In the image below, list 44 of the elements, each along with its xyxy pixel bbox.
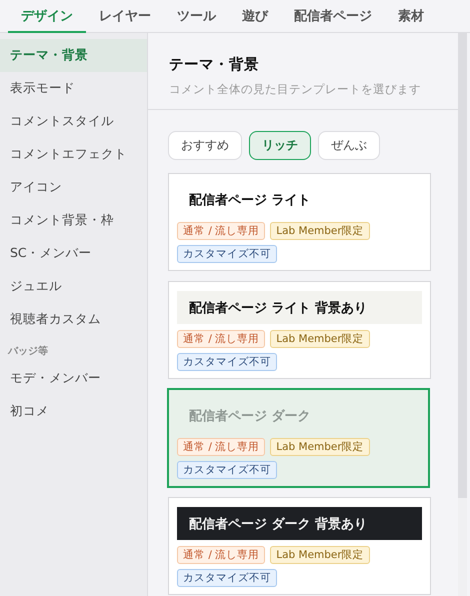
sidebar-item[interactable]: モデ・メンバー <box>0 362 147 395</box>
tag: カスタマイズ不可 <box>177 353 277 371</box>
template-preview: 配信者ページ ダーク <box>188 408 312 426</box>
sidebar-item[interactable]: 表示モード <box>0 72 147 105</box>
template-preview: 配信者ページ ライト <box>188 192 312 210</box>
sidebar-section-label: バッジ等 <box>6 344 49 359</box>
tab[interactable]: 素材 <box>385 0 437 33</box>
filter-chip[interactable]: ぜんぶ <box>318 131 380 160</box>
sidebar-item[interactable]: SC・メンバー <box>0 237 147 270</box>
sidebar-item[interactable]: コメント背景・枠 <box>0 204 147 237</box>
filter-chip[interactable]: おすすめ <box>168 131 242 160</box>
tag: Lab Member限定 <box>270 438 370 456</box>
sidebar-item[interactable]: コメントスタイル <box>0 105 147 138</box>
panel-subtitle: コメント全体の見た目テンプレートを選びます <box>169 82 422 97</box>
tag: 通常 / 流し専用 <box>177 330 266 348</box>
scrollbar-thumb[interactable] <box>458 33 467 498</box>
tag: カスタマイズ不可 <box>177 569 277 587</box>
sidebar-item[interactable]: 初コメ <box>0 395 147 428</box>
tag: Lab Member限定 <box>270 222 370 240</box>
scrollbar[interactable] <box>458 33 467 596</box>
template-card[interactable]: 配信者ページ ライト 通常 / 流し専用 Lab Member限定 カスタマイズ不可 <box>168 173 431 271</box>
panel-title: テーマ・背景 <box>169 56 260 74</box>
tag: カスタマイズ不可 <box>177 461 277 479</box>
tag: Lab Member限定 <box>270 330 370 348</box>
tab[interactable]: ツール <box>164 0 229 33</box>
sidebar-item[interactable]: コメントエフェクト <box>0 138 147 171</box>
sidebar-item[interactable]: テーマ・背景 <box>0 39 147 72</box>
sidebar-item[interactable]: ジュエル <box>0 270 147 303</box>
tab[interactable]: 遊び <box>229 0 281 33</box>
tag: カスタマイズ不可 <box>177 245 277 263</box>
tag: Lab Member限定 <box>270 546 370 564</box>
tab[interactable]: レイヤー <box>86 0 164 33</box>
filter-chip[interactable]: リッチ <box>249 131 311 160</box>
tag: 通常 / 流し専用 <box>177 222 266 240</box>
template-card[interactable]: 配信者ページ ライト 背景あり 通常 / 流し専用 Lab Member限定 カスタマイズ不可 <box>168 281 431 379</box>
tag: 通常 / 流し専用 <box>177 438 266 456</box>
sidebar-item[interactable]: アイコン <box>0 171 147 204</box>
tab[interactable]: 配信者ページ <box>281 0 385 33</box>
template-card[interactable]: 配信者ページ ダーク 背景あり 通常 / 流し専用 Lab Member限定 カスタマイズ不可 <box>168 497 431 595</box>
template-card[interactable]: 配信者ページ ダーク 通常 / 流し専用 Lab Member限定 カスタマイズ不可 <box>167 388 430 488</box>
template-preview: 配信者ページ ライト 背景あり <box>177 291 422 324</box>
sidebar-item[interactable]: 視聴者カスタム <box>0 303 147 336</box>
tag: 通常 / 流し専用 <box>177 546 266 564</box>
template-preview: 配信者ページ ダーク 背景あり <box>177 507 422 540</box>
